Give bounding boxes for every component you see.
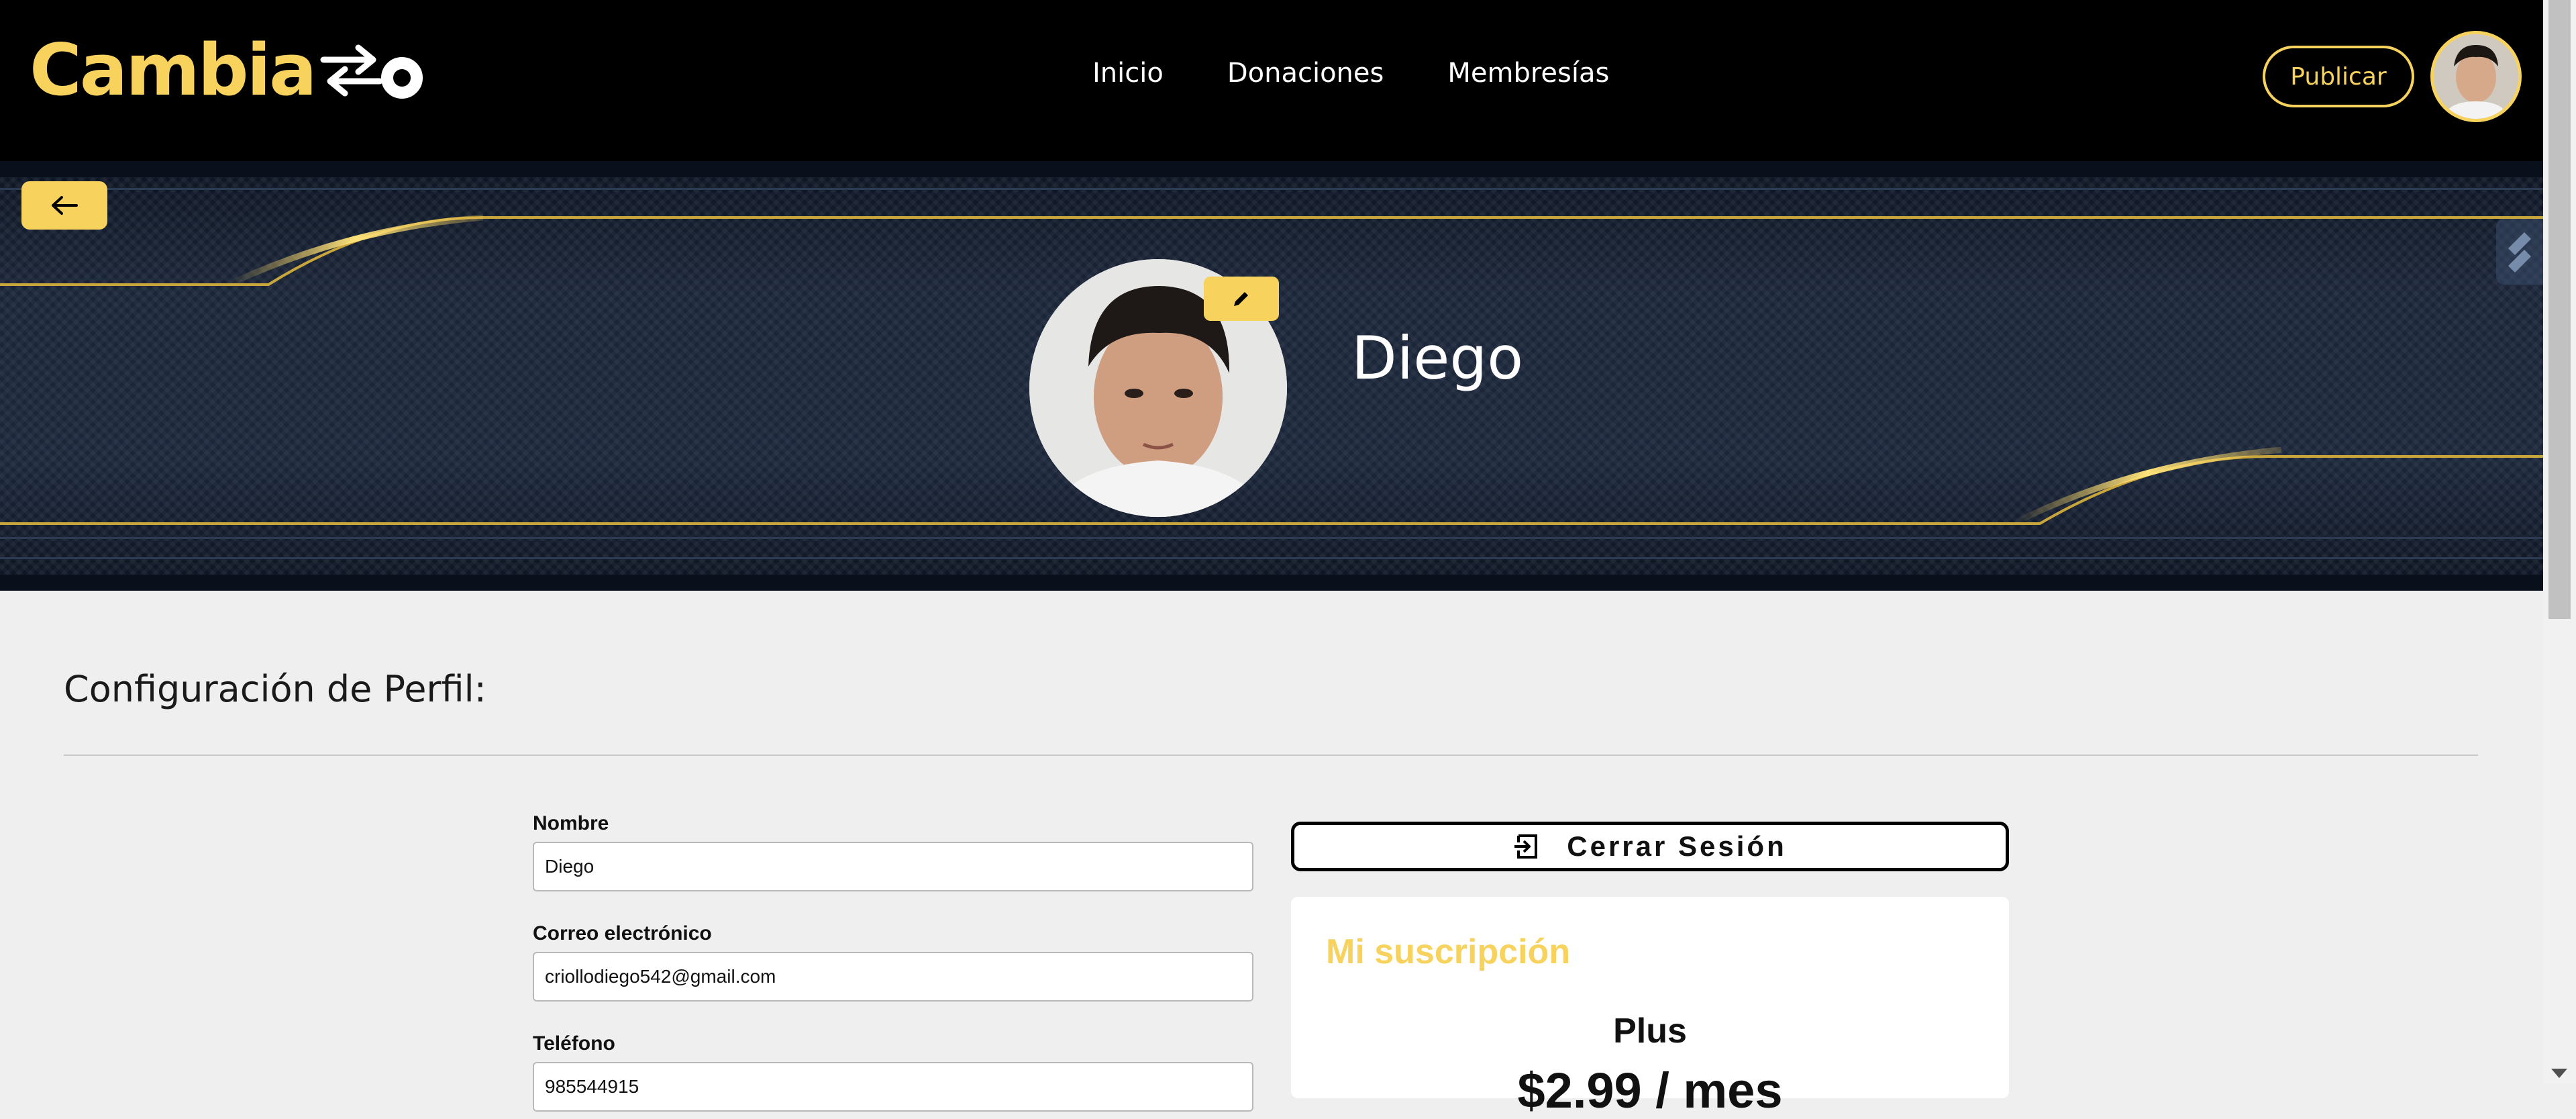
- exchange-arrows-icon: [320, 44, 383, 97]
- phone-input[interactable]: [533, 1062, 1253, 1112]
- arrow-left-icon: [52, 196, 78, 215]
- nav-link-inicio[interactable]: Inicio: [1092, 58, 1164, 89]
- logout-label: Cerrar Sesión: [1567, 830, 1787, 862]
- main-nav: Inicio Donaciones Membresías: [1092, 58, 1673, 89]
- subscription-card: Mi suscripción Plus $2.99 / mes: [1291, 897, 2009, 1118]
- cambiazo-logo[interactable]: Cambia: [30, 34, 423, 107]
- side-extension-button[interactable]: [2496, 219, 2543, 285]
- scroll-down-arrow-icon[interactable]: [2551, 1069, 2567, 1078]
- plan-price: $2.99 / mes: [1517, 1063, 1783, 1118]
- phone-label: Teléfono: [533, 1032, 615, 1055]
- name-input[interactable]: [533, 842, 1253, 891]
- logout-button[interactable]: Cerrar Sesión: [1291, 822, 2009, 871]
- avatar-face-icon: [2434, 34, 2518, 119]
- email-label: Correo electrónico: [533, 922, 712, 944]
- back-button[interactable]: [21, 181, 107, 230]
- top-navbar: Cambia Inicio Donaciones Membresías Publ…: [0, 0, 2543, 161]
- nav-link-membresias[interactable]: Membresías: [1447, 58, 1609, 89]
- plan-name: Plus: [1613, 1012, 1687, 1051]
- pencil-icon: [1234, 292, 1248, 306]
- scrollbar-thumb[interactable]: [2548, 0, 2571, 619]
- subscription-title: Mi suscripción: [1326, 932, 1571, 971]
- page-scrollbar[interactable]: [2543, 0, 2576, 1083]
- logo-text: Cambia: [30, 29, 317, 111]
- user-avatar[interactable]: [2430, 31, 2522, 122]
- profile-name: Diego: [1351, 324, 1524, 393]
- logo-o-mark: [380, 57, 423, 99]
- name-label: Nombre: [533, 812, 609, 834]
- extension-icon: [2508, 232, 2531, 273]
- email-input[interactable]: [533, 952, 1253, 1002]
- publish-button[interactable]: Publicar: [2263, 46, 2414, 107]
- logout-icon: [1514, 834, 1538, 859]
- settings-title: Configuración de Perfil:: [64, 668, 486, 710]
- settings-divider: [64, 755, 2478, 756]
- edit-photo-button[interactable]: [1204, 277, 1279, 321]
- nav-link-donaciones[interactable]: Donaciones: [1227, 58, 1384, 89]
